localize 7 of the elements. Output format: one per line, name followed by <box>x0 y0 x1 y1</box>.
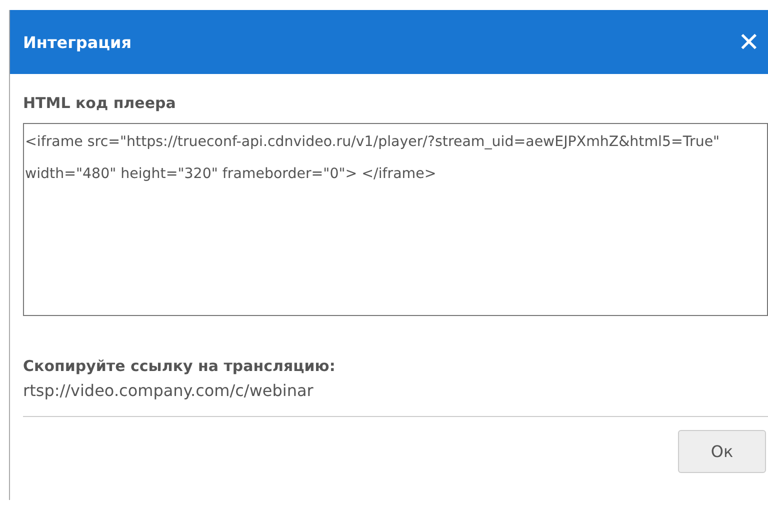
ok-button[interactable]: Ок <box>678 430 766 473</box>
stream-link-text: rtsp://video.company.com/c/webinar <box>23 381 314 400</box>
close-button[interactable]: ✕ <box>738 29 760 55</box>
embed-code-field[interactable]: <iframe src="https://trueconf-api.cdnvideo.ru/v1/player/?stream_uid=aewEJPXmhZ&html5=True" width="480" height="320" frameborder="0"> </iframe> <box>23 123 768 316</box>
embed-code-label: HTML код плеера <box>23 94 177 112</box>
dialog-title: Интеграция <box>23 32 132 52</box>
stream-link-label: Скопируйте ссылку на трансляцию: <box>23 357 336 375</box>
